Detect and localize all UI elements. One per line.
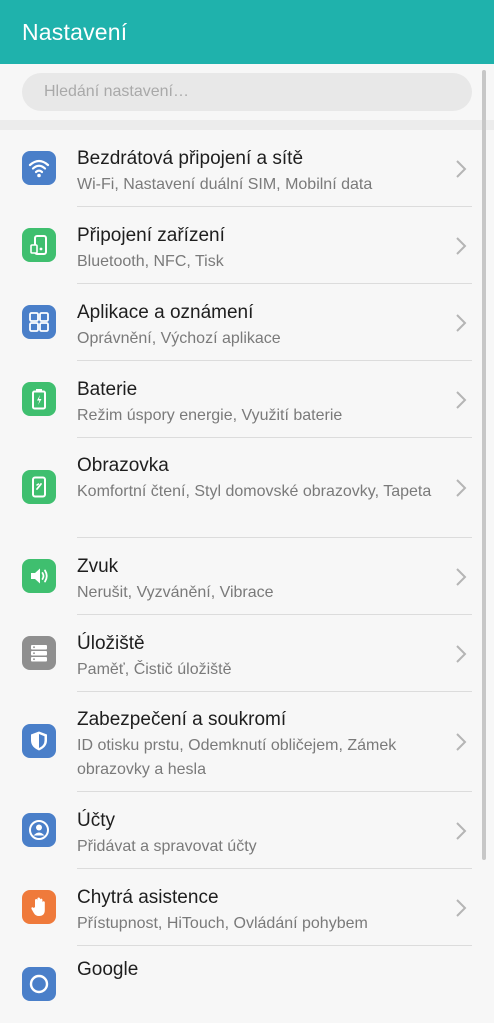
settings-item-display[interactable]: Obrazovka Komfortní čtení, Styl domovské… [0,438,494,538]
item-title: Chytrá asistence [77,887,219,908]
chevron-right-icon [456,733,467,751]
chevron-right-icon [456,899,467,917]
settings-item-device-connection[interactable]: Připojení zařízení Bluetooth, NFC, Tisk [0,207,494,284]
item-title: Zvuk [77,556,119,577]
battery-icon [22,382,56,416]
display-icon [22,470,56,504]
item-subtitle: Přístupnost, HiTouch, Ovládání pohybem [77,915,368,932]
settings-item-smart-assistance[interactable]: Chytrá asistence Přístupnost, HiTouch, O… [0,869,494,946]
device-connection-icon [22,228,56,262]
storage-icon [22,636,56,670]
search-area: Hledání nastavení… [0,64,494,120]
google-icon [22,967,56,1001]
page-title: Nastavení [22,18,128,45]
item-title: Google [77,959,139,980]
item-title: Úložiště [77,633,145,654]
item-subtitle: Režim úspory energie, Využití baterie [77,407,343,424]
hand-icon [22,890,56,924]
settings-item-sound[interactable]: Zvuk Nerušit, Vyzvánění, Vibrace [0,538,494,615]
settings-item-wireless[interactable]: Bezdrátová připojení a sítě Wi-Fi, Nasta… [0,130,494,207]
chevron-right-icon [456,568,467,586]
item-title: Bezdrátová připojení a sítě [77,148,304,169]
item-title: Aplikace a oznámení [77,302,254,323]
chevron-right-icon [456,479,467,497]
item-title: Zabezpečení a soukromí [77,709,287,730]
settings-item-security[interactable]: Zabezpečení a soukromí ID otisku prstu, … [0,692,494,792]
sound-icon [22,559,56,593]
item-subtitle: ID otisku prstu, Odemknutí obličejem, Zá… [77,737,397,778]
scrollbar[interactable] [482,70,486,860]
section-divider [0,120,494,130]
item-title: Účty [77,810,115,831]
item-title: Baterie [77,379,138,400]
settings-item-apps[interactable]: Aplikace a oznámení Oprávnění, Výchozí a… [0,284,494,361]
chevron-right-icon [456,160,467,178]
item-subtitle: Komfortní čtení, Styl domovské obrazovky… [77,483,432,500]
chevron-right-icon [456,822,467,840]
search-placeholder: Hledání nastavení… [44,83,189,100]
settings-item-accounts[interactable]: Účty Přidávat a spravovat účty [0,792,494,869]
chevron-right-icon [456,237,467,255]
item-title: Obrazovka [77,455,169,476]
settings-item-battery[interactable]: Baterie Režim úspory energie, Využití ba… [0,361,494,438]
item-subtitle: Bluetooth, NFC, Tisk [77,253,224,270]
chevron-right-icon [456,645,467,663]
app-bar: Nastavení [0,0,494,64]
settings-list: Bezdrátová připojení a sítě Wi-Fi, Nasta… [0,130,494,1023]
apps-icon [22,305,56,339]
chevron-right-icon [456,391,467,409]
account-icon [22,813,56,847]
settings-item-google[interactable]: Google [0,946,494,1023]
item-title: Připojení zařízení [77,225,225,246]
item-subtitle: Nerušit, Vyzvánění, Vibrace [77,584,274,601]
item-subtitle: Oprávnění, Výchozí aplikace [77,330,281,347]
chevron-right-icon [456,314,467,332]
item-subtitle: Přidávat a spravovat účty [77,838,257,855]
item-subtitle: Paměť, Čistič úložiště [77,661,232,678]
shield-icon [22,724,56,758]
item-subtitle: Wi-Fi, Nastavení duální SIM, Mobilní dat… [77,176,373,193]
wifi-icon [22,151,56,185]
search-input[interactable]: Hledání nastavení… [22,73,472,111]
settings-item-storage[interactable]: Úložiště Paměť, Čistič úložiště [0,615,494,692]
